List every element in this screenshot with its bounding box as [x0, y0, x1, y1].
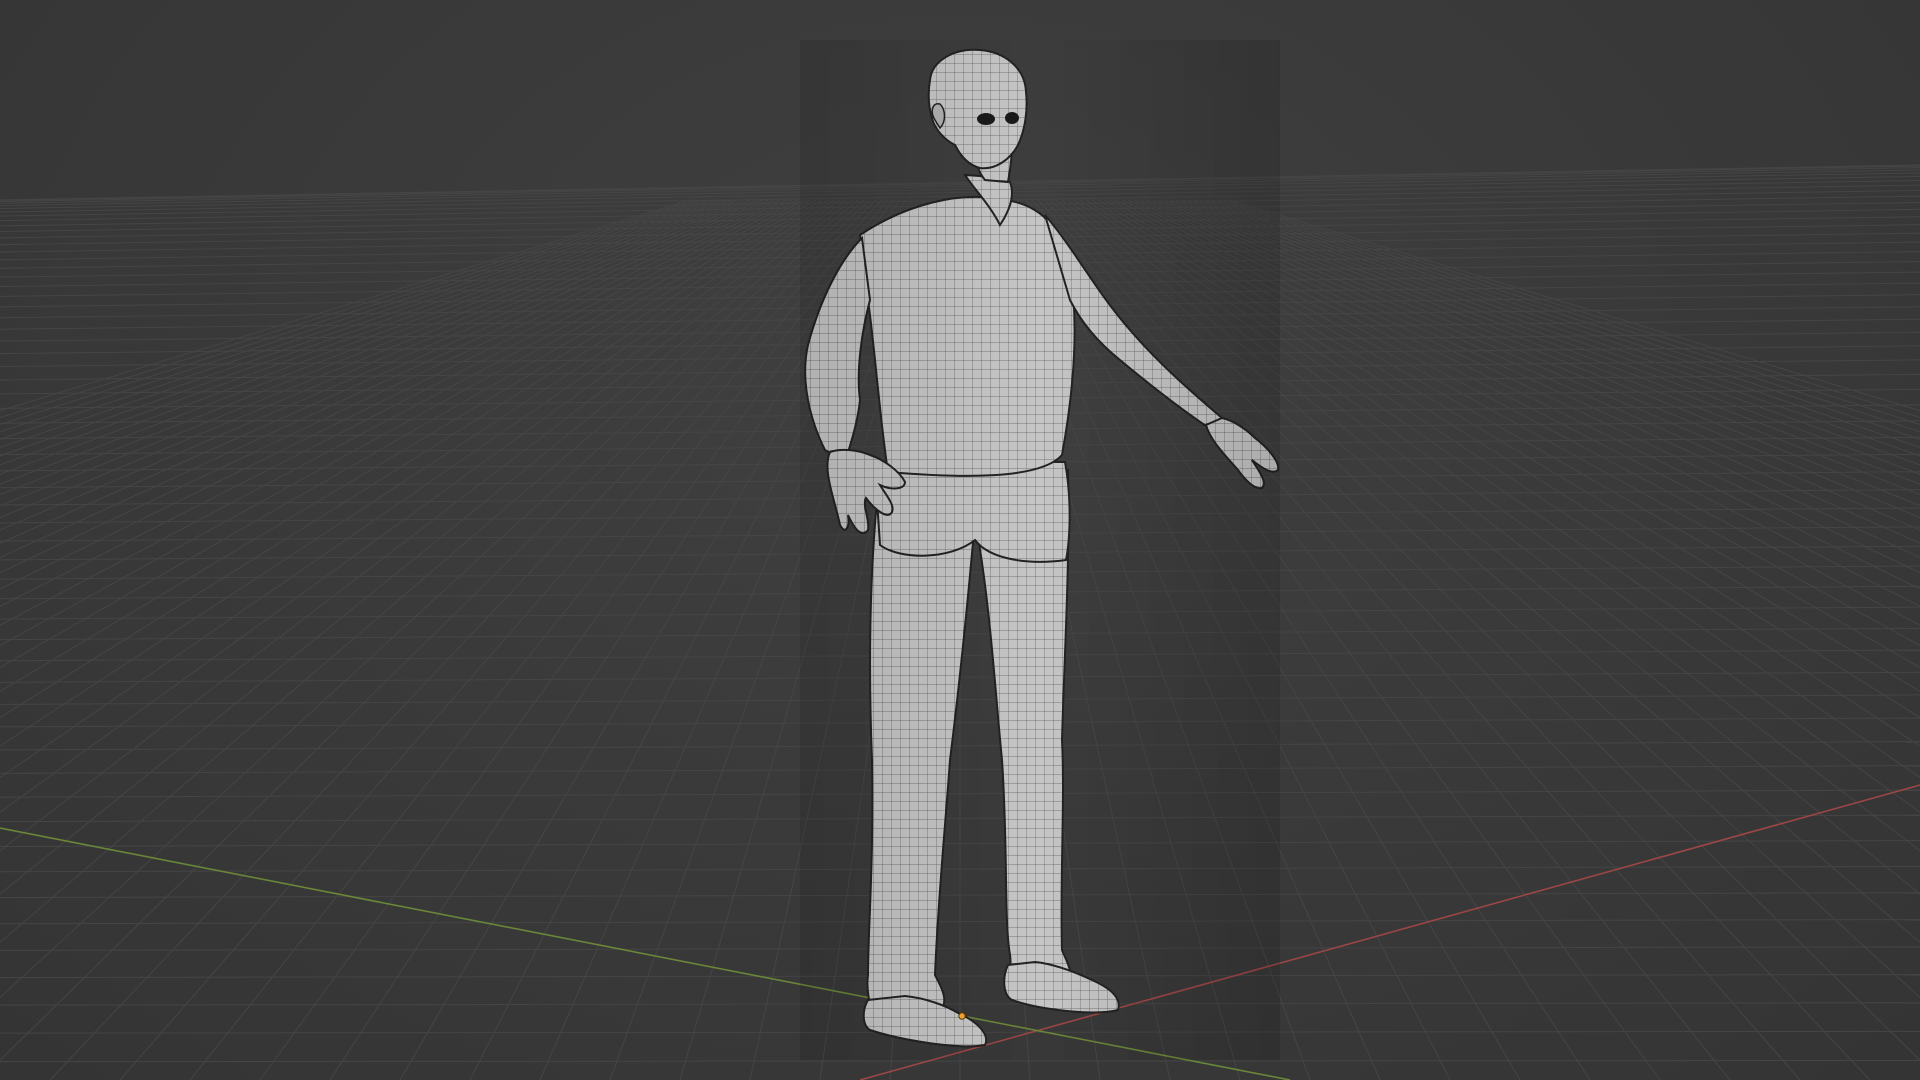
grid-line: [0, 199, 871, 999]
mesh-shading: [800, 40, 1280, 1060]
grid-line: [189, 199, 895, 1080]
grid-line: [0, 199, 733, 466]
grid-line: [0, 199, 841, 779]
grid-line: [0, 199, 739, 475]
grid-line: [0, 199, 877, 1062]
grid-line: [0, 199, 751, 496]
grid-line: [119, 199, 889, 1080]
3d-viewport[interactable]: [0, 0, 1920, 1080]
grid-line: [49, 199, 883, 1080]
grid-line: [0, 199, 853, 852]
character-mesh[interactable]: [800, 40, 1280, 1060]
grid-line: [0, 199, 793, 590]
grid-line: [0, 199, 811, 647]
grid-line: [0, 199, 835, 747]
grid-line: [0, 199, 865, 944]
grid-line: [0, 199, 715, 440]
grid-line: [0, 199, 787, 574]
viewport-canvas[interactable]: [0, 0, 1920, 1080]
object-origin-dot[interactable]: [958, 1012, 966, 1020]
grid-line: [0, 199, 847, 813]
grid-line: [0, 199, 805, 626]
grid-line: [0, 199, 697, 419]
grid-line: [0, 199, 757, 507]
